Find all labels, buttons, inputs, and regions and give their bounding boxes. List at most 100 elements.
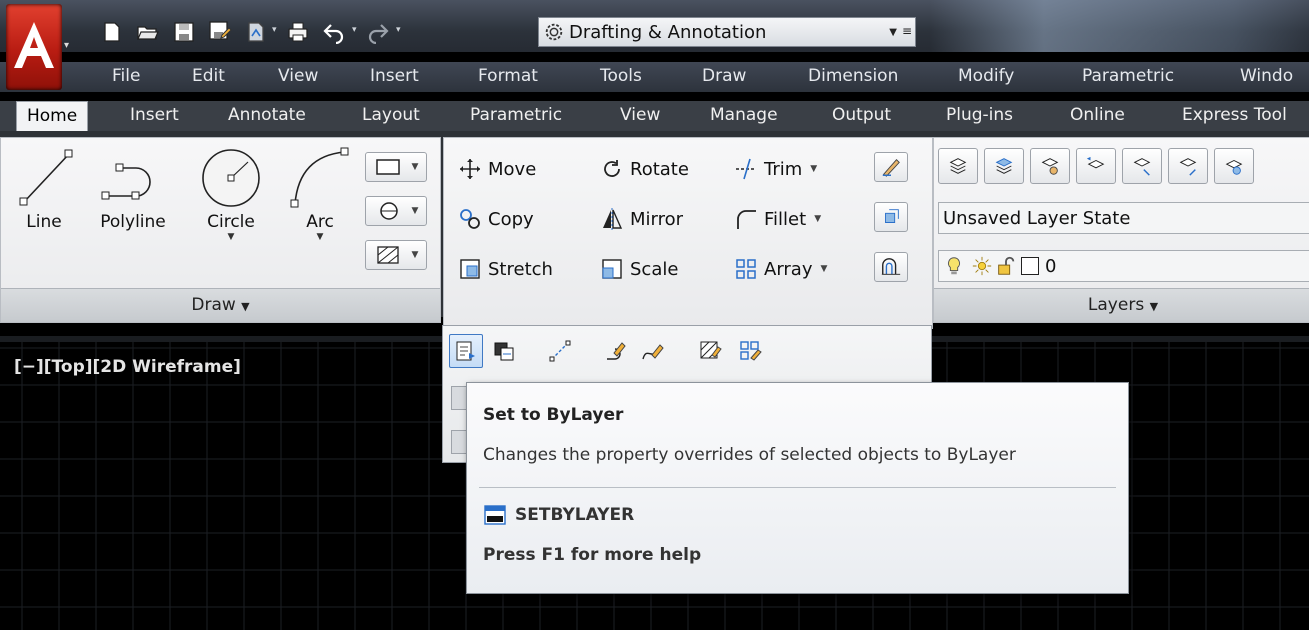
menu-file[interactable]: File: [112, 66, 140, 86]
layer-unisolate-icon: [1179, 158, 1197, 176]
layer-isolate-button[interactable]: [1122, 148, 1162, 184]
edit-spline-button[interactable]: [635, 334, 669, 368]
layer-unisolate-button[interactable]: [1168, 148, 1208, 184]
edit-polyline-button[interactable]: [599, 334, 633, 368]
move-tool[interactable]: Move: [458, 152, 536, 186]
title-bar-glow: [930, 0, 1309, 52]
layer-previous-button[interactable]: [1076, 148, 1116, 184]
chevron-down-icon[interactable]: ▾: [272, 25, 277, 35]
rectangle-dropdown-button[interactable]: ▼: [365, 152, 427, 182]
rotate-tool[interactable]: Rotate: [600, 152, 689, 186]
hatch-dropdown-button[interactable]: ▼: [365, 196, 427, 226]
lengthen-button[interactable]: [543, 334, 577, 368]
menu-format[interactable]: Format: [478, 66, 538, 86]
layer-states-button[interactable]: [984, 148, 1024, 184]
layer-properties-button[interactable]: [938, 148, 978, 184]
fillet-tool[interactable]: Fillet ▼: [734, 202, 821, 236]
tab-plug-ins[interactable]: Plug-ins: [946, 101, 1013, 131]
menu-parametric[interactable]: Parametric: [1082, 66, 1174, 86]
customize-menu-icon[interactable]: ≡: [902, 24, 912, 38]
menu-modify[interactable]: Modify: [958, 66, 1014, 86]
menu-insert[interactable]: Insert: [370, 66, 419, 86]
tooltip-command: SETBYLAYER: [483, 503, 634, 527]
menu-tools[interactable]: Tools: [600, 66, 642, 86]
undo-icon[interactable]: [322, 20, 346, 45]
circle-tool[interactable]: Circle ▼: [193, 142, 269, 242]
menu-view[interactable]: View: [278, 66, 318, 86]
scale-tool[interactable]: Scale: [600, 252, 678, 286]
tab-annotate[interactable]: Annotate: [228, 101, 306, 131]
edit-spline-icon: [642, 344, 664, 360]
arc-tool[interactable]: Arc ▼: [285, 142, 355, 242]
offset-button[interactable]: [874, 252, 908, 282]
eraser-icon: [882, 158, 900, 177]
change-space-button[interactable]: [487, 334, 521, 368]
menu-window[interactable]: Windo: [1240, 66, 1293, 86]
menu-draw[interactable]: Draw: [702, 66, 746, 86]
tab-online[interactable]: Online: [1070, 101, 1125, 131]
trim-tool[interactable]: Trim ▼: [734, 152, 817, 186]
layer-states-icon: [995, 158, 1013, 174]
mirror-tool[interactable]: Mirror: [600, 202, 683, 236]
redo-icon[interactable]: [366, 20, 390, 45]
polyline-tool[interactable]: Polyline: [91, 142, 175, 232]
set-bylayer-button[interactable]: [449, 334, 483, 368]
open-folder-icon[interactable]: [136, 20, 160, 44]
line-label: Line: [26, 212, 62, 232]
edit-polyline-icon: [607, 342, 626, 360]
edit-hatch-button[interactable]: [693, 334, 727, 368]
tab-insert[interactable]: Insert: [130, 101, 179, 131]
layers-panel: Unsaved Layer State 0 Layers ▼: [933, 137, 1309, 323]
tab-layout[interactable]: Layout: [362, 101, 420, 131]
print-icon[interactable]: [286, 20, 310, 44]
layer-freeze-button[interactable]: [1214, 148, 1254, 184]
save-icon[interactable]: [172, 20, 196, 44]
tooltip: Set to ByLayer Changes the property over…: [466, 382, 1129, 594]
chevron-down-icon[interactable]: ▼: [285, 232, 355, 242]
tab-express-tools[interactable]: Express Tool: [1182, 101, 1287, 131]
tab-home[interactable]: Home: [16, 101, 89, 131]
chevron-down-icon: ▼: [1149, 300, 1159, 313]
chevron-down-icon[interactable]: ▾: [396, 25, 401, 35]
tab-output[interactable]: Output: [832, 101, 891, 131]
plot-preview-icon[interactable]: [244, 20, 268, 44]
viewport-controls[interactable]: [−][Top][2D Wireframe]: [14, 357, 241, 377]
layer-match-button[interactable]: [1030, 148, 1070, 184]
draw-panel-title[interactable]: Draw ▼: [1, 288, 440, 322]
array-label: Array: [764, 258, 813, 280]
menu-edit[interactable]: Edit: [192, 66, 225, 86]
chevron-down-icon[interactable]: ▼: [810, 164, 817, 174]
layers-panel-title[interactable]: Layers ▼: [934, 288, 1309, 322]
copy-tool[interactable]: Copy: [458, 202, 534, 236]
workspace-dropdown[interactable]: Drafting & Annotation ▼ ≡: [538, 17, 916, 47]
menu-dimension[interactable]: Dimension: [808, 66, 898, 86]
chevron-down-icon[interactable]: ▼: [193, 232, 269, 242]
scale-icon: [602, 259, 622, 279]
mirror-label: Mirror: [630, 208, 684, 230]
ribbon: Line Polyline Circle ▼ Arc ▼ ▼ ▼ ▼ Draw …: [0, 131, 1309, 329]
erase-button[interactable]: [874, 152, 908, 182]
chevron-down-icon[interactable]: ▾: [352, 25, 357, 35]
gradient-dropdown-button[interactable]: ▼: [365, 240, 427, 270]
tab-parametric[interactable]: Parametric: [470, 101, 562, 131]
layer-state-dropdown[interactable]: Unsaved Layer State: [938, 202, 1309, 234]
edit-array-button[interactable]: [733, 334, 767, 368]
save-as-icon[interactable]: [208, 20, 232, 44]
stretch-tool[interactable]: Stretch: [458, 252, 553, 286]
explode-button[interactable]: [874, 202, 908, 232]
tooltip-command-name: SETBYLAYER: [515, 505, 635, 525]
chevron-down-icon[interactable]: ▼: [814, 214, 821, 224]
chevron-down-icon[interactable]: ▼: [820, 264, 827, 274]
layer-dropdown[interactable]: 0: [938, 250, 1309, 282]
tab-view[interactable]: View: [620, 101, 660, 131]
line-icon: [19, 149, 73, 206]
application-menu-button[interactable]: ▾: [6, 4, 69, 94]
tab-manage[interactable]: Manage: [710, 101, 778, 131]
copy-label: Copy: [488, 208, 534, 230]
stretch-icon: [460, 259, 480, 279]
lengthen-icon: [549, 340, 571, 362]
line-tool[interactable]: Line: [11, 142, 77, 232]
new-file-icon[interactable]: [100, 20, 124, 44]
array-tool[interactable]: Array ▼: [734, 252, 827, 286]
gear-icon: [545, 23, 563, 41]
